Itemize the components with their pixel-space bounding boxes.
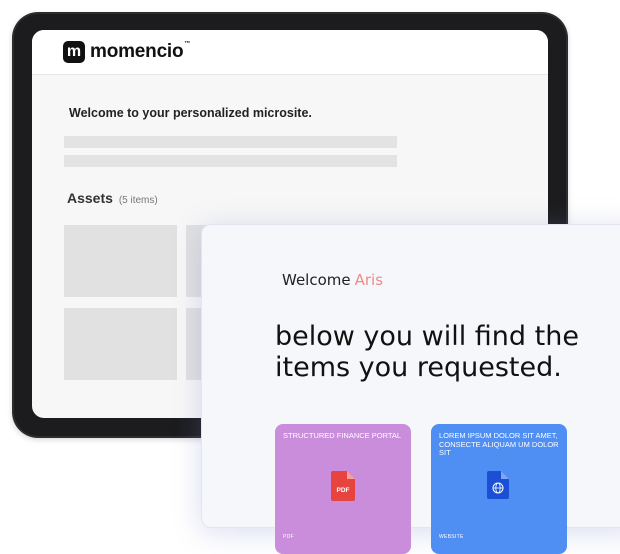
user-name: Aris [354, 271, 384, 289]
item-card-type: PDF [283, 534, 294, 540]
welcome-greeting: Welcome Aris [282, 271, 383, 289]
assets-title: Assets [67, 190, 113, 206]
welcome-label: Welcome [282, 271, 351, 289]
overlay-headline: below you will find the items you reques… [275, 321, 579, 383]
item-card-type: WEBSITE [439, 534, 464, 540]
microsite-header: m momencio™ [32, 30, 548, 75]
item-card-title: LOREM IPSUM DOLOR SIT AMET, CONSECTE ALI… [439, 431, 559, 457]
microsite-welcome-text: Welcome to your personalized microsite. [69, 106, 312, 120]
pdf-icon-label: PDF [337, 487, 350, 494]
brand-name-text: momencio [90, 41, 184, 62]
item-card-website[interactable]: LOREM IPSUM DOLOR SIT AMET, CONSECTE ALI… [431, 424, 567, 554]
asset-tile-placeholder[interactable] [64, 308, 177, 380]
momencio-logo-icon: m [63, 41, 85, 63]
assets-count: (5 items) [118, 195, 158, 206]
item-card-pdf[interactable]: STRUCTURED FINANCE PORTAL PDF PDF [275, 424, 411, 554]
trademark-symbol: ™ [184, 41, 191, 47]
text-placeholder-line [64, 136, 397, 148]
assets-heading: Assets (5 items) [67, 190, 158, 206]
pdf-file-icon: PDF [331, 471, 355, 501]
website-globe-icon [487, 471, 509, 499]
asset-tile-placeholder[interactable] [64, 225, 177, 297]
item-card-title: STRUCTURED FINANCE PORTAL [283, 431, 402, 440]
brand-name: momencio™ [90, 41, 190, 63]
text-placeholder-line [64, 155, 397, 167]
